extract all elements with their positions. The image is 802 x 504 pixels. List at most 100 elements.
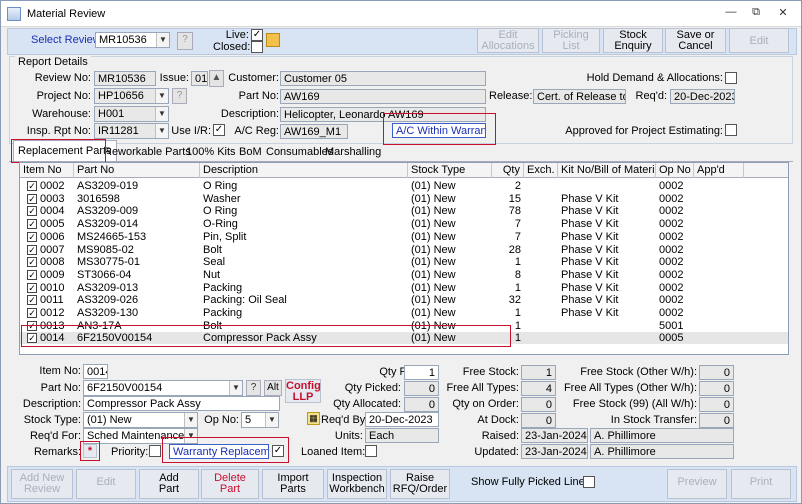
chevron-down-icon[interactable]: ▼ xyxy=(155,89,168,103)
row-checkbox[interactable]: ✓ xyxy=(27,282,37,293)
grid-header-2[interactable]: Description xyxy=(200,163,408,178)
grid-header-0[interactable]: Item No xyxy=(20,163,74,178)
row-checkbox[interactable]: ✓ xyxy=(27,231,37,242)
reqd-label: Req'd: xyxy=(635,90,667,102)
row-checkbox[interactable]: ✓ xyxy=(27,193,37,204)
tab-3[interactable]: BoM xyxy=(237,145,264,160)
preview-button[interactable]: Preview xyxy=(667,469,727,499)
grid-header-7[interactable]: Op No xyxy=(656,163,694,178)
table-row[interactable]: ✓ 0003 3016598 Washer (01) New 15 Phase V Kit 0… xyxy=(20,193,788,205)
approved-estimating-checkbox[interactable] xyxy=(725,124,737,136)
row-checkbox[interactable]: ✓ xyxy=(27,219,37,230)
item-part-no-combo[interactable]: 6F2150V00154 ▼ xyxy=(83,380,243,396)
description-label: Description: xyxy=(220,108,279,120)
grid-header-6[interactable]: Kit No/Bill of Materials xyxy=(558,163,656,178)
grid-header-1[interactable]: Part No xyxy=(74,163,200,178)
grid-header-3[interactable]: Stock Type xyxy=(408,163,492,178)
toolbar-button-4[interactable]: Edit xyxy=(729,28,789,53)
grid-header-4[interactable]: Qty xyxy=(492,163,524,178)
review-help-button[interactable]: ? xyxy=(177,32,193,50)
bottom-button-2[interactable]: Add Part xyxy=(139,469,199,499)
part-help-button[interactable]: ? xyxy=(246,380,261,396)
grid-header-5[interactable]: Exch. xyxy=(524,163,558,178)
chevron-down-icon[interactable]: ▼ xyxy=(155,124,168,138)
show-fully-picked-checkbox[interactable] xyxy=(583,476,595,488)
tab-5[interactable]: Marshalling xyxy=(323,145,383,160)
chevron-down-icon[interactable]: ▼ xyxy=(229,381,242,395)
table-row[interactable]: ✓ 0005 AS3209-014 O-Ring (01) New 7 Phase V Ki… xyxy=(20,218,788,230)
row-checkbox[interactable]: ✓ xyxy=(27,308,37,318)
stock-type-combo[interactable]: (01) New ▼ xyxy=(83,412,198,428)
print-button[interactable]: Print xyxy=(731,469,791,499)
table-row[interactable]: ✓ 0008 MS30775-01 Seal (01) New 1 Phase V Kit 0… xyxy=(20,256,788,268)
select-review-combo[interactable]: MR10536 ▼ xyxy=(95,32,170,48)
close-icon[interactable]: ✕ xyxy=(775,6,791,20)
live-checkbox[interactable]: ✓ xyxy=(251,29,263,41)
bottom-button-1[interactable]: Edit xyxy=(76,469,136,499)
row-kit: Phase V Kit xyxy=(561,192,619,205)
minimize-icon[interactable]: — xyxy=(723,6,739,20)
table-row[interactable]: ✓ 0012 AS3209-130 Packing (01) New 1 Phase V K… xyxy=(20,307,788,319)
calendar-icon[interactable]: ▦ xyxy=(307,412,320,425)
notes-icon[interactable] xyxy=(266,33,280,47)
item-desc-field[interactable]: Compressor Pack Assy xyxy=(83,396,280,411)
config-llp-button[interactable]: Config LLP xyxy=(285,379,321,403)
reqd-by-field[interactable]: 20-Dec-2023 xyxy=(365,412,439,427)
chevron-down-icon[interactable]: ▼ xyxy=(155,107,168,121)
toolbar-button-1[interactable]: Picking List xyxy=(542,28,600,53)
loaned-item-checkbox[interactable] xyxy=(365,445,377,457)
bottom-button-5[interactable]: Inspection Workbench xyxy=(327,469,387,499)
bottom-button-0[interactable]: Add New Review xyxy=(11,469,73,499)
row-checkbox[interactable]: ✓ xyxy=(27,244,37,255)
qty-reqd-field[interactable]: 1 xyxy=(404,365,439,380)
table-row[interactable]: ✓ 0006 MS24665-153 Pin, Split (01) New 7 Phase… xyxy=(20,231,788,243)
use-ir-checkbox[interactable]: ✓ xyxy=(213,124,225,136)
tab-2[interactable]: 100% Kits xyxy=(184,145,238,160)
insp-rpt-combo[interactable]: IR11281 ▼ xyxy=(94,123,169,139)
table-row[interactable]: ✓ 0004 AS3209-009 O Ring (01) New 78 Phase V K… xyxy=(20,205,788,217)
toolbar-button-2[interactable]: Stock Enquiry xyxy=(603,28,663,53)
table-row[interactable]: ✓ 0009 ST3066-04 Nut (01) New 8 Phase V Kit 000… xyxy=(20,269,788,281)
row-qty: 15 xyxy=(508,192,521,205)
chevron-down-icon[interactable]: ▼ xyxy=(265,413,278,427)
warehouse-combo[interactable]: H001 ▼ xyxy=(94,106,169,122)
alt-button[interactable]: Alt xyxy=(264,380,282,396)
chevron-down-icon[interactable]: ▼ xyxy=(184,413,197,427)
row-op-no: 0002 xyxy=(659,268,684,281)
row-checkbox[interactable]: ✓ xyxy=(27,269,37,280)
row-stock-type: (01) New xyxy=(411,256,456,269)
closed-checkbox[interactable] xyxy=(251,41,263,53)
bottom-button-3[interactable]: Delete Part xyxy=(201,469,259,499)
restore-icon[interactable]: ⧉ xyxy=(748,6,764,20)
row-checkbox[interactable]: ✓ xyxy=(27,257,37,268)
bottom-button-4[interactable]: Import Parts xyxy=(262,469,324,499)
toolbar-button-0[interactable]: Edit Allocations xyxy=(477,28,539,53)
remarks-label: Remarks: xyxy=(33,446,81,458)
free-other-label: Free Stock (Other W/h): xyxy=(580,366,697,378)
priority-checkbox[interactable] xyxy=(149,445,161,457)
at-dock-field: 0 xyxy=(521,413,556,428)
op-no-combo[interactable]: 5 ▼ xyxy=(241,412,279,428)
hold-demand-checkbox[interactable] xyxy=(725,72,737,84)
grid-header-8[interactable]: App'd xyxy=(694,163,744,178)
row-checkbox[interactable]: ✓ xyxy=(27,295,37,306)
row-op-no: 0002 xyxy=(659,192,684,205)
chevron-down-icon[interactable]: ▼ xyxy=(156,33,169,47)
table-row[interactable]: ✓ 0010 AS3209-013 Packing (01) New 1 Phase V K… xyxy=(20,282,788,294)
issue-up-button[interactable]: ▲ xyxy=(209,70,224,87)
table-row[interactable]: ✓ 0002 AS3209-019 O Ring (01) New 2 0002 xyxy=(20,180,788,192)
row-checkbox[interactable]: ✓ xyxy=(27,181,37,191)
row-op-no: 0002 xyxy=(659,243,684,256)
row-checkbox[interactable]: ✓ xyxy=(27,206,37,217)
project-no-combo[interactable]: HP10656 ▼ xyxy=(94,88,169,104)
table-row[interactable]: ✓ 0007 MS9085-02 Bolt (01) New 28 Phase V Kit 0… xyxy=(20,244,788,256)
row-description: Washer xyxy=(203,192,241,205)
toolbar-button-3[interactable]: Save or Cancel xyxy=(665,28,726,53)
free-all-other-field: 0 xyxy=(699,381,734,396)
bottom-button-6[interactable]: Raise RFQ/Order xyxy=(390,469,450,499)
project-help-button[interactable]: ? xyxy=(172,88,187,104)
table-row[interactable]: ✓ 0011 AS3209-026 Packing: Oil Seal (01) New… xyxy=(20,294,788,306)
tab-1[interactable]: Reworkable Parts xyxy=(102,145,193,160)
row-description: Packing: Oil Seal xyxy=(203,294,287,307)
qty-picked-field: 0 xyxy=(404,381,439,396)
